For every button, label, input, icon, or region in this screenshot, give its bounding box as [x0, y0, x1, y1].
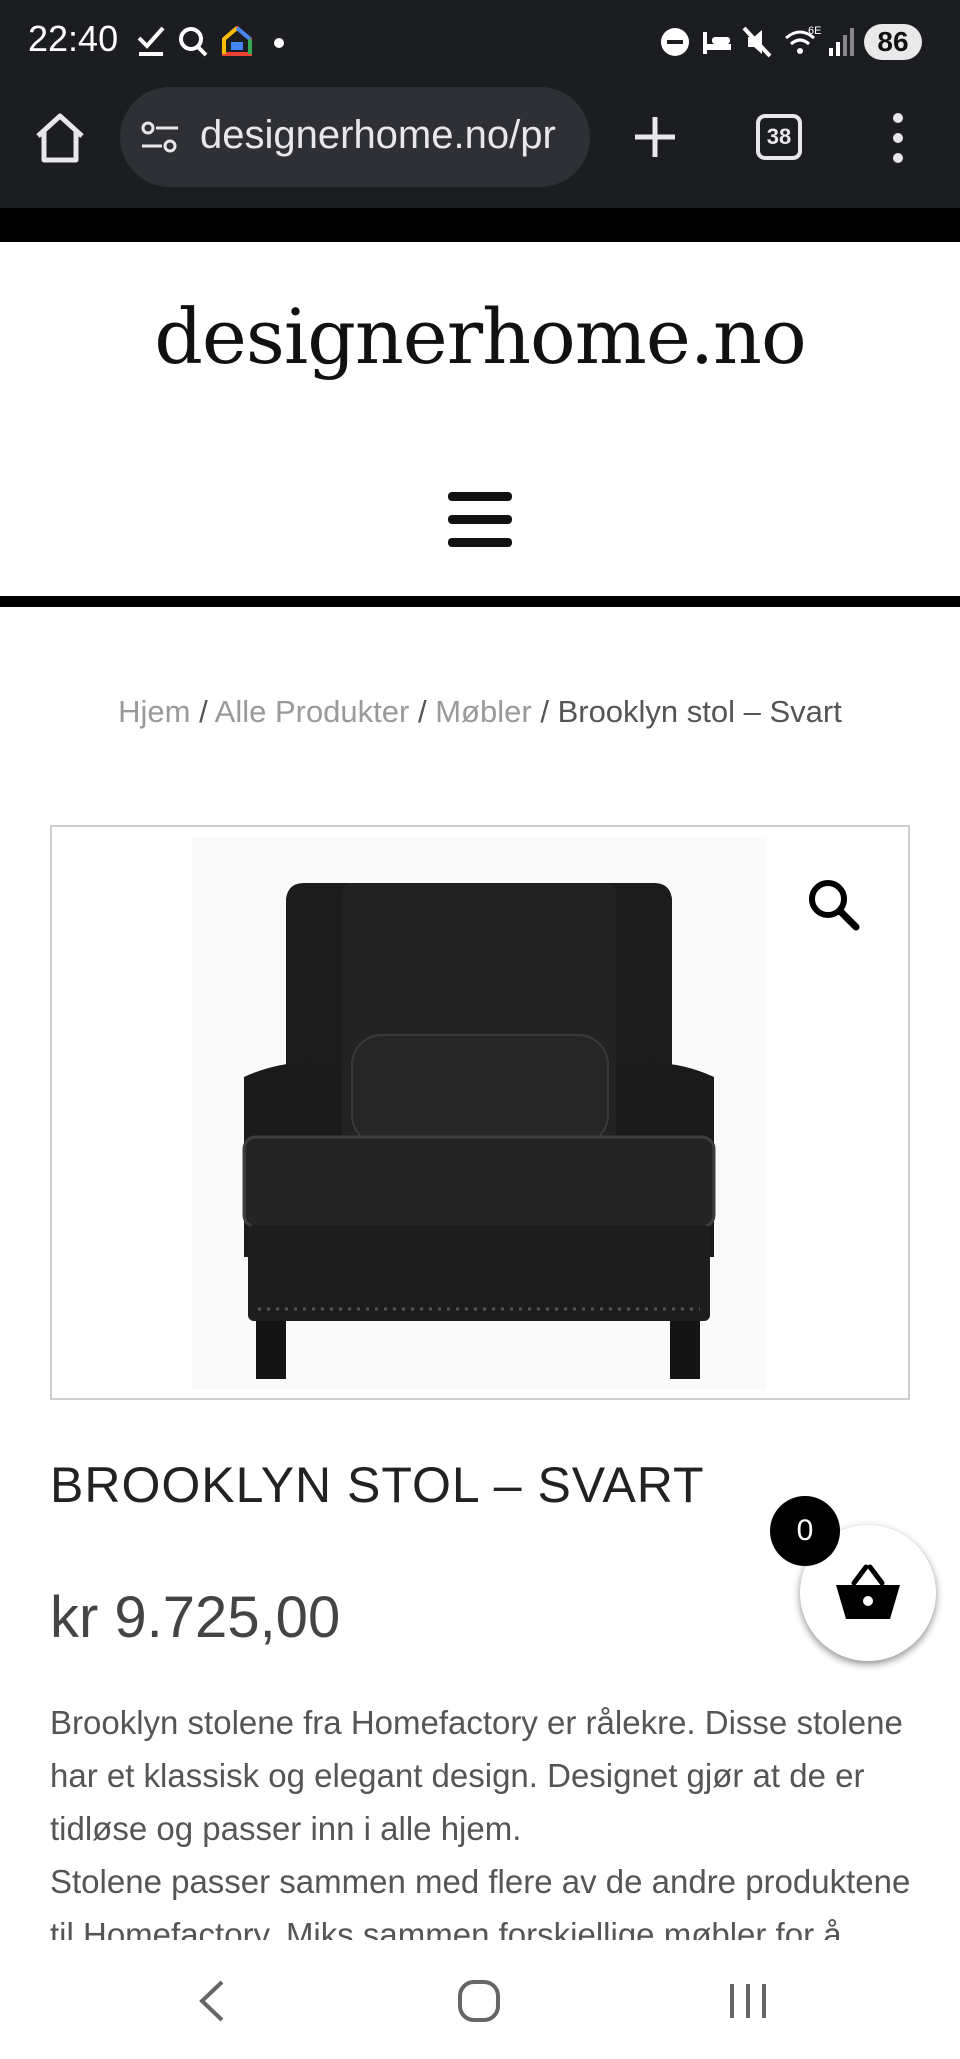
mute-icon — [742, 26, 772, 58]
site-logo[interactable]: designerhome.no — [0, 292, 960, 381]
breadcrumb-separator: / — [199, 694, 208, 729]
product-title: BROOKLYN STOL – SVART — [50, 1457, 705, 1513]
breadcrumb-link-furniture[interactable]: Møbler — [435, 694, 531, 729]
back-icon[interactable] — [192, 1978, 232, 2024]
dnd-icon — [661, 28, 689, 56]
site-settings-icon[interactable] — [140, 119, 180, 155]
breadcrumb-separator: / — [540, 694, 549, 729]
breadcrumb-link-all-products[interactable]: Alle Produkter — [215, 694, 410, 729]
basket-icon — [836, 1564, 900, 1619]
description-paragraph: Brooklyn stolene fra Homefactory er råle… — [50, 1704, 903, 1847]
breadcrumb: Hjem / Alle Produkter / Møbler / Brookly… — [0, 694, 960, 730]
header-divider — [0, 596, 960, 607]
search-icon — [179, 27, 208, 57]
breadcrumb-link-home[interactable]: Hjem — [118, 694, 190, 729]
new-tab-icon[interactable] — [630, 112, 680, 162]
check-icon — [137, 26, 165, 56]
sleep-icon — [703, 32, 731, 54]
system-navigation-bar — [0, 1942, 960, 2059]
armchair-illustration — [242, 883, 716, 1379]
top-bar-strip — [0, 208, 960, 242]
browser-chrome: 22:40 6E 86 designerhome.no/pr 38 — [0, 0, 960, 208]
breadcrumb-current: Brooklyn stol – Svart — [557, 694, 842, 729]
menu-toggle-icon[interactable] — [448, 492, 512, 548]
status-time: 22:40 — [28, 18, 119, 59]
address-bar[interactable]: designerhome.no/pr — [120, 87, 590, 187]
google-home-icon — [222, 25, 252, 56]
home-nav-icon[interactable] — [456, 1978, 502, 2024]
tab-switcher-button[interactable]: 38 — [756, 114, 802, 160]
svg-text:6E: 6E — [808, 25, 821, 37]
url-text[interactable]: designerhome.no/pr — [200, 113, 556, 158]
more-options-icon[interactable] — [886, 108, 910, 168]
breadcrumb-separator: / — [417, 694, 427, 729]
dot-icon — [274, 38, 284, 48]
product-description: Brooklyn stolene fra Homefactory er råle… — [50, 1696, 920, 1940]
zoom-icon[interactable] — [806, 877, 862, 933]
wifi-6e-icon: 6E — [785, 25, 821, 54]
battery-indicator: 86 — [864, 24, 922, 60]
recents-icon[interactable] — [726, 1978, 770, 2024]
browser-toolbar: designerhome.no/pr 38 — [0, 86, 960, 206]
home-icon[interactable] — [30, 108, 90, 168]
signal-icon — [829, 28, 854, 56]
product-image[interactable] — [192, 837, 766, 1389]
product-gallery[interactable] — [50, 825, 910, 1400]
status-bar: 22:40 6E 86 — [0, 0, 960, 86]
product-price: kr 9.725,00 — [50, 1585, 341, 1650]
cart-count-badge: 0 — [770, 1496, 840, 1566]
description-paragraph: Stolene passer sammen med flere av de an… — [50, 1863, 911, 1940]
